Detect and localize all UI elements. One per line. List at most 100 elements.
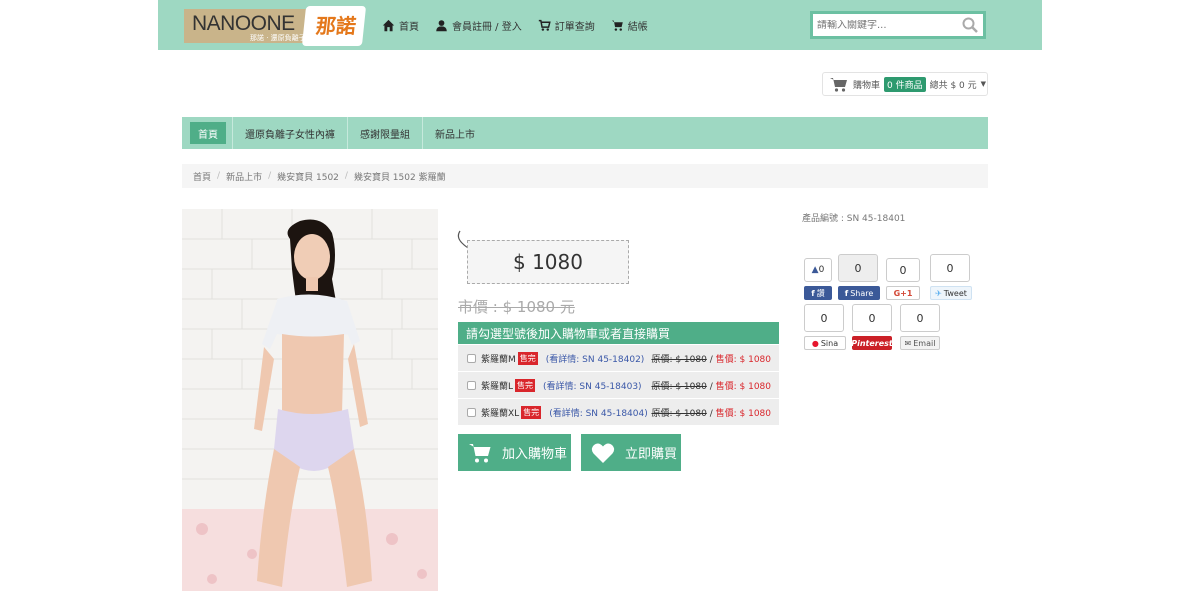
nav-checkout[interactable]: 結帳 (611, 18, 648, 33)
sina-counter: 0 (804, 304, 844, 332)
category-limited-set[interactable]: 感謝限量組 (348, 117, 423, 149)
add-to-cart-label: 加入購物車 (502, 447, 568, 462)
breadcrumb-new-arrivals[interactable]: 新品上市 (226, 170, 262, 183)
logo-tagline: 那諾 · 還原負離子 (250, 34, 306, 42)
variant-name: 紫羅蘭M (481, 354, 516, 365)
fb-share-button[interactable]: f Share (838, 286, 880, 300)
cart-label: 購物車 (853, 80, 881, 91)
email-button[interactable]: ✉ Email (900, 336, 940, 350)
heart-icon (591, 443, 615, 463)
facebook-icon: f (811, 288, 815, 298)
tweet-label: Tweet (943, 288, 967, 298)
fb-like-count: 0 (818, 265, 825, 275)
variant-original-price: 原價: $ 1080 (651, 381, 707, 392)
fb-like-label: 讚 (816, 288, 825, 298)
cart-icon (538, 19, 551, 31)
home-icon (382, 19, 395, 31)
search-input[interactable] (817, 19, 957, 31)
variant-selector: 請勾選型號後加入購物車或者直接購買 紫羅蘭M 售完 (看詳情: SN 45-18… (458, 322, 779, 425)
fb-like-button[interactable]: f讚 (804, 286, 832, 300)
variant-checkbox[interactable] (467, 407, 476, 417)
site-logo[interactable]: NANOONE 那諾 · 還原負離子 那諾 (184, 6, 367, 46)
nav-home-label: 首頁 (399, 21, 419, 33)
variant-selector-title: 請勾選型號後加入購物車或者直接購買 (458, 322, 779, 344)
market-price: 市價 : $ 1080 元 (458, 298, 575, 316)
email-label: Email (913, 338, 936, 348)
pinterest-button[interactable]: Pinterest (851, 336, 893, 350)
facebook-icon: f (844, 288, 849, 298)
variant-sale-price: 售價: $ 1080 (715, 381, 771, 392)
variant-checkbox[interactable] (467, 353, 476, 363)
product-photo-illustration (182, 209, 438, 591)
sold-out-badge: 售完 (515, 378, 536, 392)
product-photo[interactable] (182, 209, 438, 591)
add-to-cart-button[interactable]: 加入購物車 (458, 434, 571, 471)
nav-orders[interactable]: 訂單查詢 (538, 18, 595, 33)
search-box (810, 11, 986, 39)
search-icon[interactable] (961, 16, 979, 34)
variant-detail-link[interactable]: (看詳情: SN 45-18404) (549, 406, 648, 419)
thumbs-up-icon: ▲ (811, 265, 819, 275)
variant-name: 紫羅蘭L (481, 381, 514, 392)
cart-summary-dropdown[interactable]: 購物車 0 件商品 總共 $ 0 元 ▼ (822, 72, 988, 96)
fb-share-counter: 0 (838, 254, 878, 282)
variant-row: 紫羅蘭XL 售完 (看詳情: SN 45-18404) 原價: $ 1080 /… (458, 399, 779, 425)
fb-share-label: Share (850, 288, 874, 298)
gplus-label: G+1 (893, 288, 913, 298)
sina-button[interactable]: ● Sina (804, 336, 846, 350)
buy-now-button[interactable]: 立即購買 (581, 434, 681, 471)
pinterest-counter: 0 (852, 304, 892, 332)
variant-detail-link[interactable]: (看詳情: SN 45-18402) (546, 352, 645, 365)
user-icon (436, 19, 447, 31)
variant-original-price: 原價: $ 1080 (651, 408, 707, 419)
product-code: 產品編號 : SN 45-18401 (802, 214, 906, 224)
tweet-counter: 0 (930, 254, 970, 282)
tweet-button[interactable]: ✈ Tweet (930, 286, 972, 300)
variant-row: 紫羅蘭M 售完 (看詳情: SN 45-18402) 原價: $ 1080 / … (458, 345, 779, 371)
logo-badge-text: 那諾 (314, 14, 358, 38)
nav-member[interactable]: 會員註冊 / 登入 (435, 18, 522, 33)
variant-name: 紫羅蘭XL (481, 408, 520, 419)
breadcrumb-home[interactable]: 首頁 (193, 170, 211, 183)
category-menu: 首頁 還原負離子女性內褲 感謝限量組 新品上市 (182, 117, 988, 149)
breadcrumb-current: 幾安寶貝 1502 紫羅蘭 (353, 172, 446, 183)
variant-checkbox[interactable] (467, 380, 476, 390)
variant-detail-link[interactable]: (看詳情: SN 45-18403) (543, 379, 642, 392)
breadcrumb-separator: / (268, 171, 272, 181)
nav-member-label: 會員註冊 / 登入 (452, 21, 522, 33)
checkout-cart-icon (611, 20, 623, 31)
breadcrumb-series[interactable]: 幾安寶貝 1502 (277, 170, 339, 183)
breadcrumb-separator: / (344, 171, 348, 181)
site-header: NANOONE 那諾 · 還原負離子 那諾 首頁 會員註冊 / 登入 訂單查詢 … (158, 0, 1042, 50)
variant-row: 紫羅蘭L 售完 (看詳情: SN 45-18403) 原價: $ 1080 / … (458, 372, 779, 398)
fb-like-counter[interactable]: ▲ 0 (804, 258, 832, 282)
buy-now-label: 立即購買 (625, 447, 678, 462)
sold-out-badge: 售完 (517, 351, 538, 365)
email-counter: 0 (900, 304, 940, 332)
breadcrumb-separator: / (217, 171, 221, 181)
twitter-icon: ✈ (935, 288, 942, 298)
weibo-icon: ● (811, 338, 819, 348)
product-page: NANOONE 那諾 · 還原負離子 那諾 首頁 會員註冊 / 登入 訂單查詢 … (0, 0, 1200, 600)
envelope-icon: ✉ (904, 338, 912, 348)
nav-checkout-label: 結帳 (627, 21, 648, 33)
gplus-counter: 0 (886, 258, 920, 282)
sina-label: Sina (820, 338, 839, 348)
variant-prices: 原價: $ 1080 / 售價: $ 1080 (651, 381, 771, 392)
variant-sale-price: 售價: $ 1080 (715, 408, 771, 419)
sold-out-badge: 售完 (521, 405, 542, 419)
chevron-down-icon: ▼ (980, 80, 987, 88)
variant-prices: 原價: $ 1080 / 售價: $ 1080 (651, 354, 771, 365)
top-nav: 首頁 會員註冊 / 登入 訂單查詢 結帳 (382, 0, 648, 50)
gplus-button[interactable]: G+1 (886, 286, 920, 300)
cart-icon (469, 443, 491, 462)
variant-sale-price: 售價: $ 1080 (715, 354, 771, 365)
variant-original-price: 原價: $ 1080 (651, 354, 707, 365)
category-new-arrivals[interactable]: 新品上市 (423, 117, 487, 149)
nav-home[interactable]: 首頁 (382, 18, 419, 33)
variant-prices: 原價: $ 1080 / 售價: $ 1080 (651, 408, 771, 419)
pinterest-label: Pinterest (851, 338, 893, 348)
nav-orders-label: 訂單查詢 (554, 21, 595, 33)
category-home[interactable]: 首頁 (190, 122, 226, 144)
category-womens-underwear[interactable]: 還原負離子女性內褲 (232, 117, 348, 149)
